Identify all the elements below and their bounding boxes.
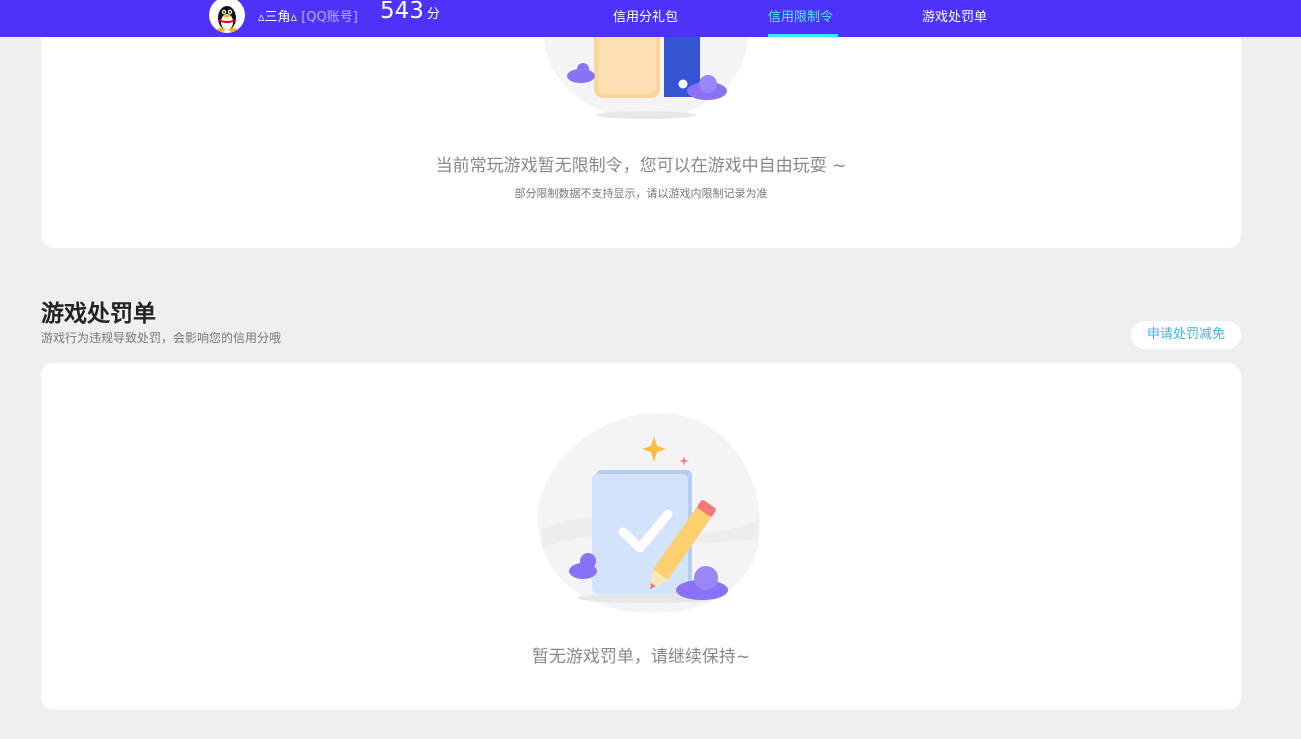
avatar[interactable]: [209, 0, 245, 33]
restriction-card: 当前常玩游戏暂无限制令，您可以在游戏中自由玩耍 ~ 部分限制数据不支持显示，请以…: [41, 0, 1241, 248]
restriction-note: 部分限制数据不支持显示，请以游戏内限制记录为准: [514, 187, 768, 200]
nickname-text: ▵三角▵: [258, 10, 298, 25]
penalty-card: 暂无游戏罚单，请继续保持~: [41, 363, 1241, 710]
tab-credit-restriction[interactable]: 信用限制令: [768, 6, 833, 25]
apply-penalty-reduction-button[interactable]: 申请处罚减免: [1131, 321, 1241, 349]
active-tab-indicator: [768, 34, 838, 37]
qq-penguin-icon: [217, 6, 237, 32]
score-value: 543: [380, 0, 424, 24]
account-type: [QQ账号]: [301, 10, 358, 25]
user-nickname: ▵三角▵ [QQ账号]: [258, 6, 358, 25]
tab-credit-gift[interactable]: 信用分礼包: [613, 6, 678, 25]
top-nav-bar: ▵三角▵ [QQ账号] 543 分 信用分礼包 信用限制令 游戏处罚单: [0, 0, 1301, 37]
clipboard-check-pencil-icon: [538, 413, 760, 613]
penalty-section-description: 游戏行为违规导致处罚，会影响您的信用分哦: [41, 331, 282, 345]
restriction-empty-message: 当前常玩游戏暂无限制令，您可以在游戏中自由玩耍 ~: [435, 156, 847, 176]
tab-game-penalty[interactable]: 游戏处罚单: [922, 6, 987, 25]
penalty-empty-message: 暂无游戏罚单，请继续保持~: [531, 647, 751, 667]
penalty-section-title: 游戏处罚单: [41, 301, 156, 327]
credit-score: 543 分: [380, 0, 440, 24]
score-unit: 分: [426, 7, 440, 22]
